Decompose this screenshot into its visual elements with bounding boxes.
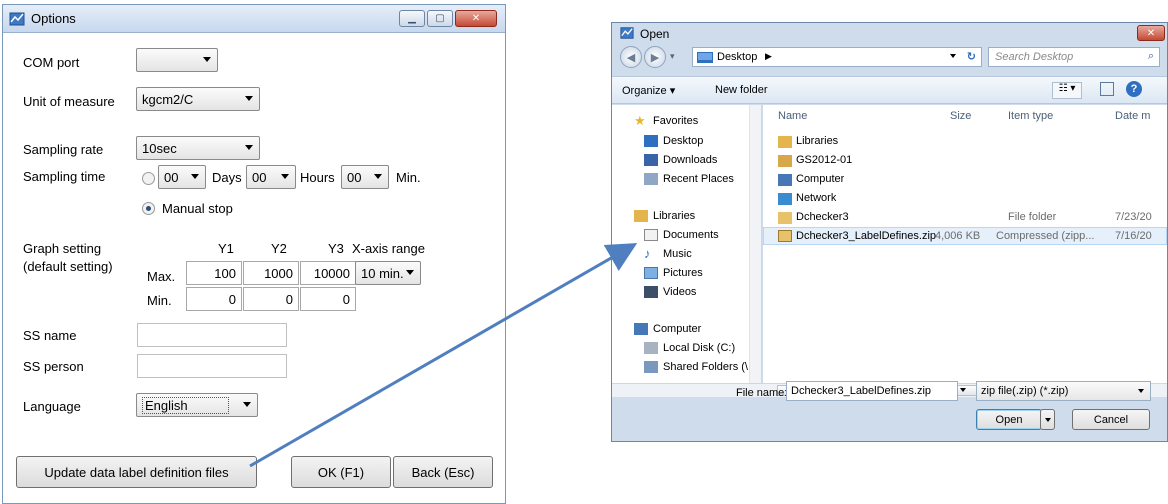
callout-arrow — [249, 243, 638, 468]
